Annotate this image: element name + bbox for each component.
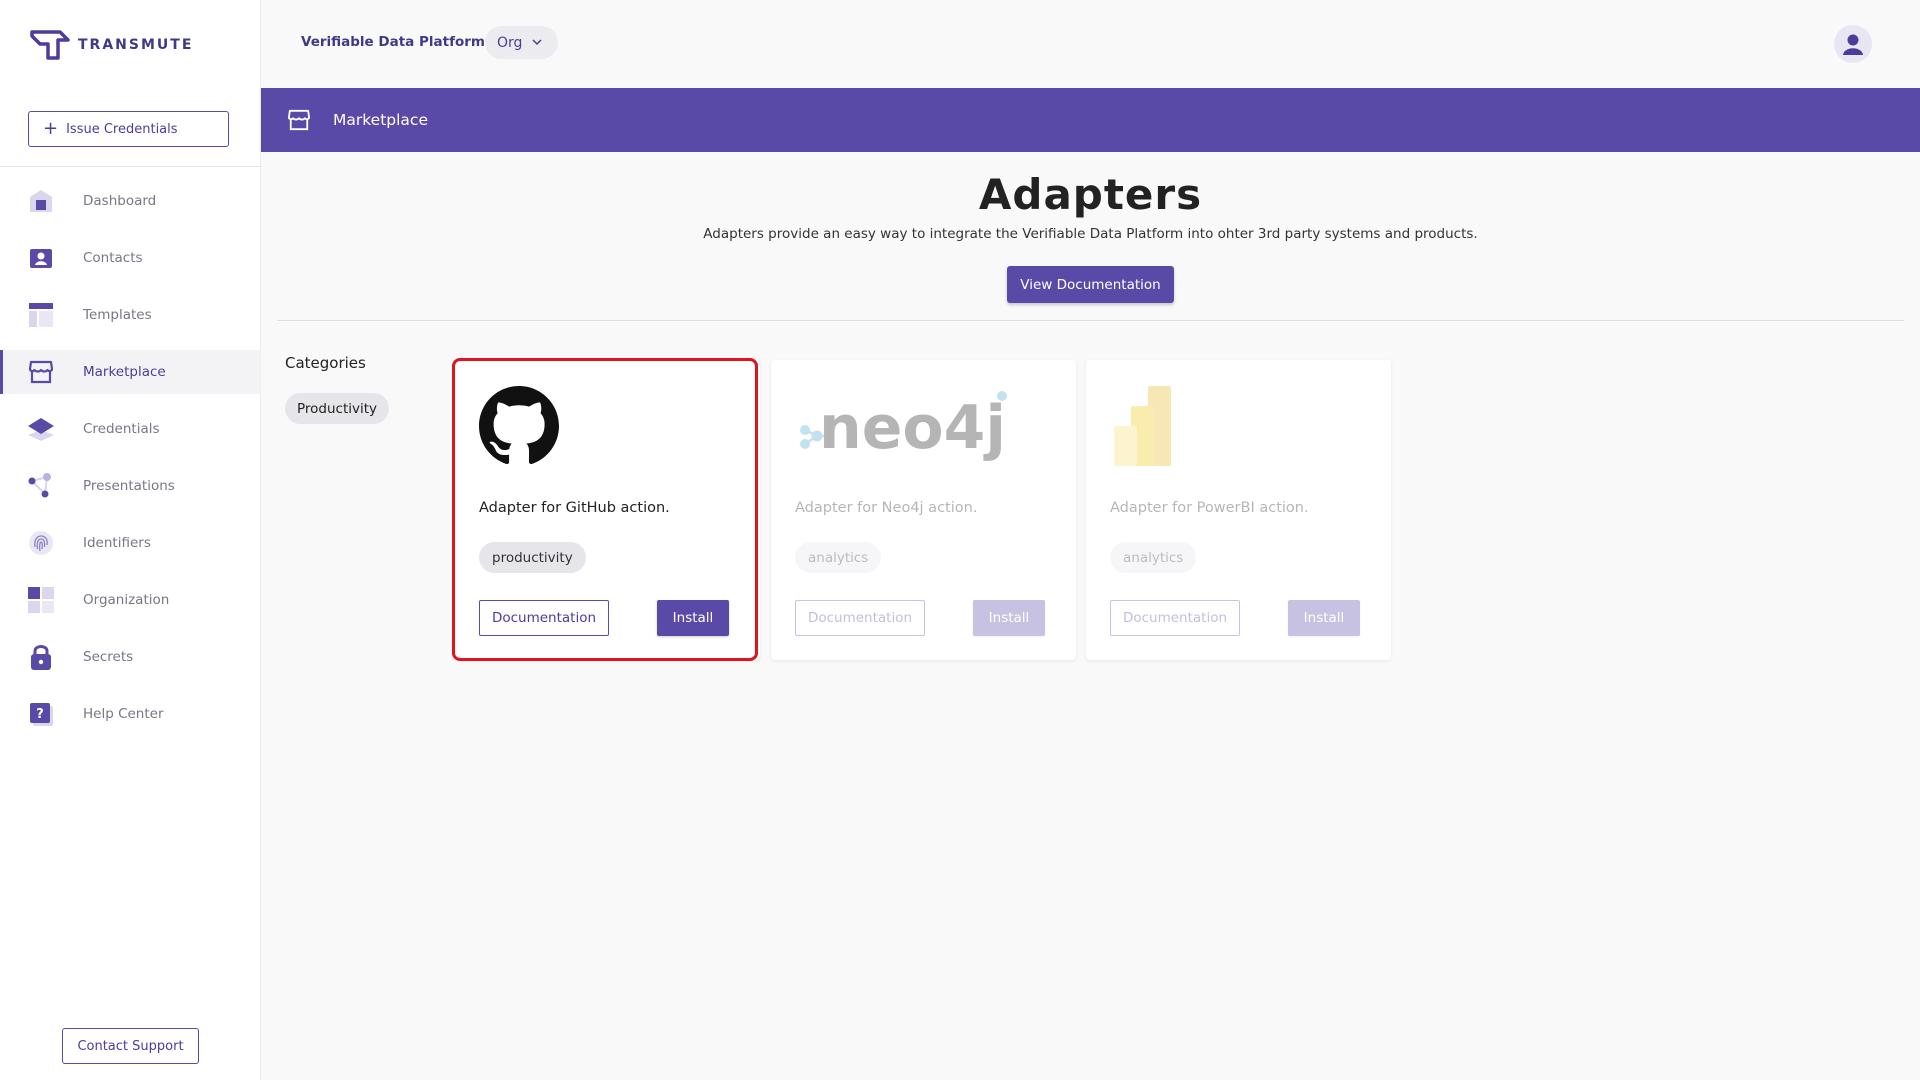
org-select[interactable]: Org xyxy=(485,26,558,59)
adapter-tag: analytics xyxy=(795,542,882,573)
sidebar-item-label: Templates xyxy=(83,307,152,323)
sidebar-item-dashboard[interactable]: Dashboard xyxy=(0,179,261,223)
sidebar-item-identifiers[interactable]: Identifiers xyxy=(0,521,261,565)
grid-blocks-icon xyxy=(27,586,55,614)
brand-logo[interactable]: TRANSMUTE xyxy=(30,30,193,60)
layers-icon xyxy=(27,415,55,443)
github-icon xyxy=(479,386,689,466)
content-divider xyxy=(277,320,1904,321)
template-layout-icon xyxy=(27,301,55,329)
adapter-card-neo4j: neo4j Adapter for Neo4j action. analytic… xyxy=(771,360,1076,660)
brand-name: TRANSMUTE xyxy=(78,37,194,53)
install-button[interactable]: Install xyxy=(973,600,1045,636)
documentation-button[interactable]: Documentation xyxy=(795,600,925,636)
install-button[interactable]: Install xyxy=(657,600,729,636)
adapter-card-powerbi: Adapter for PowerBI action. analytics Do… xyxy=(1086,360,1391,660)
platform-title[interactable]: Verifiable Data Platform xyxy=(301,34,485,50)
transmute-logo-icon xyxy=(30,30,70,60)
sidebar-item-credentials[interactable]: Credentials xyxy=(0,407,261,451)
documentation-button[interactable]: Documentation xyxy=(1110,600,1240,636)
chevron-down-icon xyxy=(532,39,542,46)
svg-text:?: ? xyxy=(36,707,44,722)
lock-icon xyxy=(27,643,55,671)
sidebar-item-label: Contacts xyxy=(83,250,143,266)
sidebar-item-help-center[interactable]: ? Help Center xyxy=(0,692,261,736)
documentation-button[interactable]: Documentation xyxy=(479,600,609,636)
adapter-card-github: Adapter for GitHub action. productivity … xyxy=(455,360,760,660)
contact-card-icon xyxy=(27,244,55,272)
sidebar-item-marketplace[interactable]: Marketplace xyxy=(0,350,261,394)
sidebar-item-label: Dashboard xyxy=(83,193,157,209)
sidebar-item-templates[interactable]: Templates xyxy=(0,293,261,337)
sidebar-item-label: Organization xyxy=(83,592,170,608)
sidebar-item-organization[interactable]: Organization xyxy=(0,578,261,622)
page-description: Adapters provide an easy way to integrat… xyxy=(703,226,1478,242)
install-button[interactable]: Install xyxy=(1288,600,1360,636)
storefront-icon xyxy=(287,109,310,131)
sidebar-item-presentations[interactable]: Presentations xyxy=(0,464,261,508)
neo4j-logo-text: neo4j xyxy=(819,393,1006,463)
help-question-icon: ? xyxy=(27,700,55,728)
org-select-value: Org xyxy=(497,34,523,51)
share-nodes-icon xyxy=(27,472,55,500)
issue-credentials-button[interactable]: + Issue Credentials xyxy=(28,111,229,147)
adapter-tag: productivity xyxy=(479,542,586,573)
sidebar-item-label: Identifiers xyxy=(83,535,151,551)
adapter-description: Adapter for PowerBI action. xyxy=(1110,500,1309,516)
user-icon xyxy=(1843,34,1863,55)
category-chip-productivity[interactable]: Productivity xyxy=(285,393,390,424)
neo4j-logo: neo4j xyxy=(795,386,1007,466)
adapter-description: Adapter for GitHub action. xyxy=(479,500,670,516)
user-avatar[interactable] xyxy=(1834,25,1872,63)
sidebar-item-label: Presentations xyxy=(83,478,175,494)
sidebar-item-label: Help Center xyxy=(83,706,164,722)
storefront-icon xyxy=(27,358,55,386)
view-documentation-button[interactable]: View Documentation xyxy=(1007,266,1174,303)
adapter-description: Adapter for Neo4j action. xyxy=(795,500,978,516)
fingerprint-icon xyxy=(27,529,55,557)
sidebar-item-label: Credentials xyxy=(83,421,160,437)
sidebar-item-label: Marketplace xyxy=(83,364,166,380)
sidebar: TRANSMUTE + Issue Credentials Dashboard … xyxy=(0,0,261,1080)
sidebar-divider xyxy=(0,166,261,167)
plus-icon: + xyxy=(43,118,59,139)
page-title: Adapters xyxy=(978,170,1203,219)
contact-support-button[interactable]: Contact Support xyxy=(62,1028,199,1064)
sidebar-item-label: Secrets xyxy=(83,649,134,665)
sidebar-item-secrets[interactable]: Secrets xyxy=(0,635,261,679)
adapter-tag: analytics xyxy=(1110,542,1197,573)
main-content: Adapters Adapters provide an easy way to… xyxy=(261,152,1920,1080)
powerbi-logo xyxy=(1110,386,1320,466)
banner-title: Marketplace xyxy=(333,111,428,129)
top-bar: Verifiable Data Platform Org xyxy=(261,0,1920,88)
categories-title: Categories xyxy=(285,354,366,372)
sidebar-nav: Dashboard Contacts Templates Marketplace… xyxy=(0,179,261,749)
sidebar-item-contacts[interactable]: Contacts xyxy=(0,236,261,280)
issue-credentials-label: Issue Credentials xyxy=(66,121,178,137)
house-icon xyxy=(27,187,55,215)
page-banner: Marketplace xyxy=(261,88,1920,152)
